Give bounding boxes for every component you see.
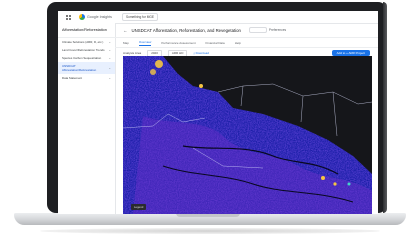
- main-panel: ← UNSDCAT Afforestation, Reforestation, …: [115, 23, 378, 214]
- sidebar: Afforestation/Reforestation Climate Solu…: [58, 23, 116, 214]
- workspace-label: Something for MGE: [125, 15, 154, 19]
- tab-performance[interactable]: Performance Assessment: [161, 41, 195, 45]
- sidebar-item-label: Species Carbon Sequestration: [62, 56, 102, 60]
- logo-icon: [79, 14, 85, 20]
- page-header: ← UNSDCAT Afforestation, Reforestation, …: [115, 23, 378, 38]
- year-value: 2020: [151, 51, 158, 55]
- tab-bar: Map Overview Performance Assessment Fina…: [115, 38, 378, 48]
- highlight-cluster: [347, 182, 351, 186]
- highlight-cluster: [155, 60, 163, 68]
- download-label: Download: [195, 51, 209, 55]
- page-title: UNSDCAT Afforestation, Reforestation, an…: [131, 27, 241, 33]
- laptop-shadow: [40, 228, 380, 234]
- sidebar-item-unsdcat[interactable]: UNSDCAT Afforestation/Reforestation ⌄: [58, 62, 115, 74]
- apps-grid-icon[interactable]: [66, 14, 71, 20]
- download-link[interactable]: ⤓ Download: [193, 51, 209, 55]
- lid-highlight: [383, 2, 387, 213]
- tab-help[interactable]: Help: [235, 41, 241, 45]
- chevron-down-icon: ⌄: [108, 40, 111, 44]
- sidebar-item-climate-solutions[interactable]: Climate Solutions (ARR, D, etc.) ⌄: [58, 38, 115, 46]
- sidebar-item-label: Data Statement: [62, 76, 83, 80]
- chevron-down-icon: ⌄: [108, 76, 111, 80]
- highlight-cluster: [199, 84, 203, 88]
- highlight-cluster: [333, 182, 337, 186]
- chevron-down-icon: ⌄: [108, 66, 111, 70]
- tab-map[interactable]: Map: [123, 41, 129, 45]
- screen: Google Insights Something for MGE Affore…: [58, 11, 378, 214]
- download-icon: ⤓: [193, 51, 195, 55]
- map-canvas: [123, 56, 372, 214]
- sidebar-title: Afforestation/Reforestation: [58, 23, 115, 38]
- back-arrow-icon[interactable]: ←: [123, 28, 128, 33]
- logo-text: Google Insights: [87, 15, 112, 19]
- sidebar-item-data-statement[interactable]: Data Statement ⌄: [58, 74, 115, 82]
- workspace-selector[interactable]: Something for MGE: [121, 13, 158, 21]
- map-view[interactable]: Legend: [123, 56, 372, 214]
- sidebar-item-species-carbon[interactable]: Species Carbon Sequestration ⌄: [58, 54, 115, 62]
- unit-value: ARR HD: [171, 51, 184, 55]
- highlight-cluster: [150, 69, 156, 75]
- sidebar-item-label: Land Cover/Deforestation Trends: [62, 48, 105, 52]
- period-label: Preferences: [268, 28, 287, 32]
- chevron-down-icon: ⌄: [108, 56, 111, 60]
- app-logo[interactable]: Google Insights: [79, 14, 112, 20]
- map-legend[interactable]: Legend: [131, 204, 147, 210]
- highlight-cluster: [321, 176, 325, 180]
- period-selector[interactable]: Preferences: [248, 27, 287, 33]
- sidebar-item-land-cover[interactable]: Land Cover/Deforestation Trends ⌄: [58, 46, 115, 54]
- area-label: Analysis Area: [123, 51, 142, 55]
- tab-overview[interactable]: Overview: [138, 40, 152, 46]
- chevron-down-icon: ⌄: [108, 48, 111, 52]
- period-box: [248, 27, 267, 33]
- sidebar-item-label: UNSDCAT Afforestation/Reforestation: [62, 64, 97, 72]
- tab-financial[interactable]: Financial Data: [206, 41, 225, 45]
- sidebar-item-label: Climate Solutions (ARR, D, etc.): [62, 40, 104, 44]
